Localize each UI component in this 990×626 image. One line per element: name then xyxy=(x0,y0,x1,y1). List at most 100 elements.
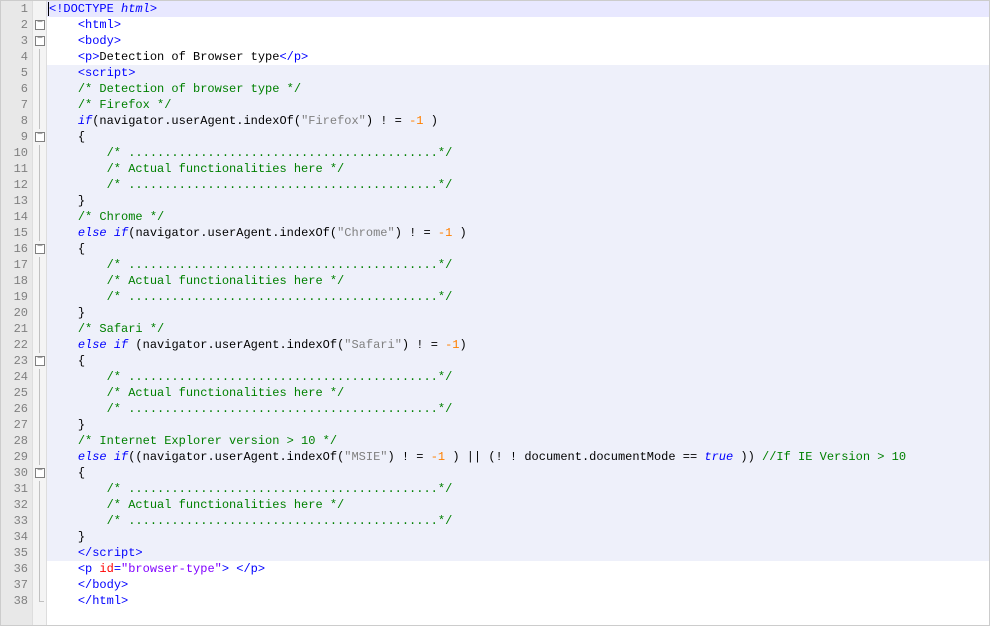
token-cm: /* Actual functionalities here */ xyxy=(107,498,345,512)
line-number: 19 xyxy=(9,289,28,305)
token-op: (( xyxy=(128,450,142,464)
fold-guide xyxy=(33,385,46,401)
code-area[interactable]: <!DOCTYPE html> <html> <body> <p>Detecti… xyxy=(47,1,989,625)
code-line[interactable]: /* Actual functionalities here */ xyxy=(47,385,989,401)
token-tag: <p xyxy=(78,562,100,576)
token-txt: navigator.userAgent.indexOf xyxy=(99,114,293,128)
line-number: 34 xyxy=(9,529,28,545)
token-op: ( xyxy=(128,338,142,352)
line-number: 18 xyxy=(9,273,28,289)
code-line[interactable]: /* Safari */ xyxy=(47,321,989,337)
code-line[interactable]: /* Internet Explorer version > 10 */ xyxy=(47,433,989,449)
token-attr: id xyxy=(99,562,113,576)
fold-guide xyxy=(33,545,46,561)
fold-guide xyxy=(33,113,46,129)
code-line[interactable]: } xyxy=(47,417,989,433)
code-line[interactable]: /* Detection of browser type */ xyxy=(47,81,989,97)
fold-guide xyxy=(33,337,46,353)
line-number: 13 xyxy=(9,193,28,209)
code-line[interactable]: </html> xyxy=(47,593,989,609)
line-number: 25 xyxy=(9,385,28,401)
fold-toggle[interactable] xyxy=(33,241,46,257)
code-line[interactable]: </script> xyxy=(47,545,989,561)
token-op: } xyxy=(78,194,85,208)
token-val: "browser-type" xyxy=(121,562,222,576)
code-line[interactable]: /* .....................................… xyxy=(47,145,989,161)
code-line[interactable]: /* Actual functionalities here */ xyxy=(47,161,989,177)
fold-guide xyxy=(33,433,46,449)
token-cm: /* Safari */ xyxy=(78,322,164,336)
token-bool: true xyxy=(704,450,733,464)
code-editor[interactable]: 1234567891011121314151617181920212223242… xyxy=(1,1,989,625)
code-line[interactable]: { xyxy=(47,129,989,145)
fold-toggle[interactable] xyxy=(33,353,46,369)
fold-guide xyxy=(33,209,46,225)
line-number: 38 xyxy=(9,593,28,609)
code-line[interactable]: /* .....................................… xyxy=(47,513,989,529)
fold-guide xyxy=(33,161,46,177)
code-line[interactable]: <script> xyxy=(47,65,989,81)
line-number: 17 xyxy=(9,257,28,273)
token-op: } xyxy=(78,530,85,544)
code-line[interactable]: <body> xyxy=(47,33,989,49)
fold-toggle[interactable] xyxy=(33,17,46,33)
token-txt: Detection of Browser type xyxy=(99,50,279,64)
token-cm: /* Firefox */ xyxy=(78,98,172,112)
code-line[interactable]: /* .....................................… xyxy=(47,369,989,385)
code-line[interactable]: } xyxy=(47,305,989,321)
fold-toggle[interactable] xyxy=(33,129,46,145)
fold-guide xyxy=(33,577,46,593)
code-line[interactable]: else if (navigator.userAgent.indexOf("Sa… xyxy=(47,337,989,353)
code-line[interactable]: else if(navigator.userAgent.indexOf("Chr… xyxy=(47,225,989,241)
fold-toggle[interactable] xyxy=(33,465,46,481)
fold-toggle[interactable] xyxy=(33,33,46,49)
code-line[interactable]: else if((navigator.userAgent.indexOf("MS… xyxy=(47,449,989,465)
code-line[interactable]: /* .....................................… xyxy=(47,257,989,273)
token-txt: document.documentMode xyxy=(524,450,675,464)
code-line[interactable]: } xyxy=(47,193,989,209)
code-line[interactable]: <p id="browser-type"> </p> xyxy=(47,561,989,577)
code-line[interactable]: { xyxy=(47,241,989,257)
token-op: { xyxy=(78,354,85,368)
code-line[interactable]: <!DOCTYPE html> xyxy=(47,1,989,17)
token-cm: /* Actual functionalities here */ xyxy=(107,162,345,176)
code-line[interactable]: { xyxy=(47,353,989,369)
code-line[interactable]: <p>Detection of Browser type</p> xyxy=(47,49,989,65)
code-line[interactable]: /* Chrome */ xyxy=(47,209,989,225)
fold-guide xyxy=(33,1,46,17)
fold-guide xyxy=(33,305,46,321)
fold-guide xyxy=(33,49,46,65)
token-tag: </body> xyxy=(78,578,128,592)
token-cm: //If IE Version > 10 xyxy=(762,450,906,464)
code-line[interactable]: /* Actual functionalities here */ xyxy=(47,497,989,513)
fold-guide xyxy=(33,401,46,417)
line-number: 20 xyxy=(9,305,28,321)
token-op: == xyxy=(676,450,705,464)
line-number: 29 xyxy=(9,449,28,465)
token-str: "Safari" xyxy=(344,338,402,352)
line-number: 1 xyxy=(9,1,28,17)
code-line[interactable]: </body> xyxy=(47,577,989,593)
code-line[interactable]: /* .....................................… xyxy=(47,289,989,305)
line-number: 21 xyxy=(9,321,28,337)
code-line[interactable]: { xyxy=(47,465,989,481)
token-tag: DOCTYPE xyxy=(63,2,113,16)
code-line[interactable]: /* .....................................… xyxy=(47,481,989,497)
token-op: } xyxy=(78,306,85,320)
code-line[interactable]: <html> xyxy=(47,17,989,33)
code-line[interactable]: /* Actual functionalities here */ xyxy=(47,273,989,289)
fold-guide xyxy=(33,321,46,337)
code-line[interactable]: /* .....................................… xyxy=(47,177,989,193)
fold-column[interactable] xyxy=(33,1,47,625)
token-cm: /* .....................................… xyxy=(107,178,453,192)
token-op: { xyxy=(78,130,85,144)
code-line[interactable]: /* Firefox */ xyxy=(47,97,989,113)
code-line[interactable]: } xyxy=(47,529,989,545)
line-number: 11 xyxy=(9,161,28,177)
token-tag: > xyxy=(222,562,229,576)
code-line[interactable]: if(navigator.userAgent.indexOf("Firefox"… xyxy=(47,113,989,129)
code-line[interactable]: /* .....................................… xyxy=(47,401,989,417)
token-num: -1 xyxy=(409,114,423,128)
token-cm: /* .....................................… xyxy=(107,258,453,272)
token-tag: <html> xyxy=(78,18,121,32)
